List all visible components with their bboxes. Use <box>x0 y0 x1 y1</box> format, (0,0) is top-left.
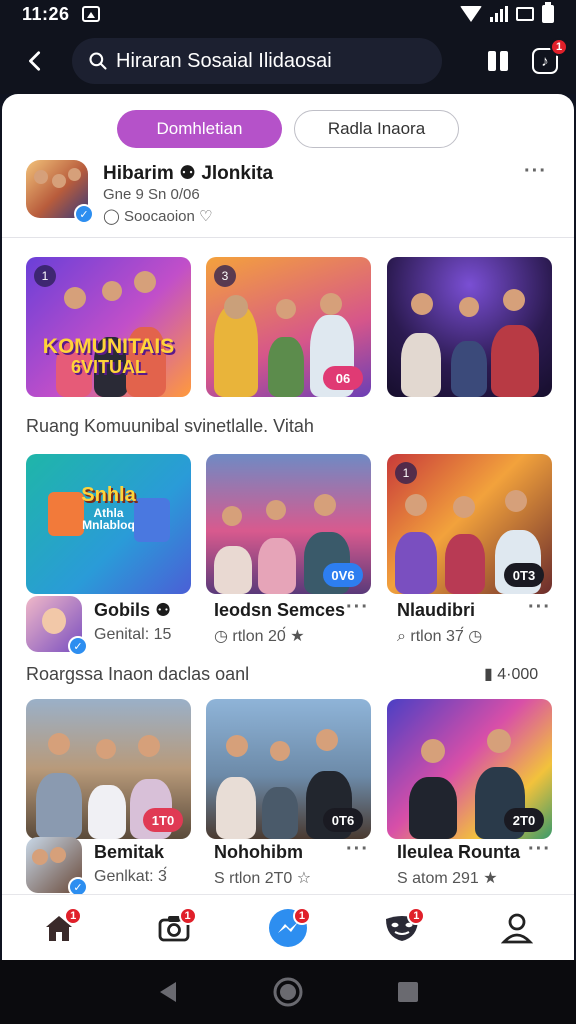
media-card[interactable]: 1 KOMUNITAIS 6VITUAL <box>26 257 191 397</box>
notification-badge: 1 <box>64 906 83 925</box>
section-count: ▮ 4·000 <box>484 666 539 683</box>
verified-icon: ✓ <box>68 636 88 656</box>
more-options-icon[interactable]: ··· <box>346 596 369 619</box>
card-poster-title: Snhla <box>81 484 136 506</box>
item-title: Ileulea Rounta <box>397 842 521 862</box>
nav-messenger[interactable]: 1 <box>263 903 313 953</box>
bottom-nav: 1 1 1 1 <box>2 894 574 960</box>
app-bar: Hiraran Sosaial Ilidaosai ♪ 1 <box>0 28 576 94</box>
item-subtitle: ◷ rtlon 20́ ★ <box>214 628 305 645</box>
media-card[interactable]: 0V6 <box>206 454 371 594</box>
profile-status: ◯ Soocaoion ♡ <box>103 208 213 225</box>
card-count: 06 <box>323 366 363 390</box>
system-back-icon[interactable] <box>156 980 180 1004</box>
item-title: Nohohibm <box>214 842 303 862</box>
card-poster-subtitle: 6VITUAL <box>70 357 146 377</box>
gallery-notification-icon <box>81 6 100 22</box>
back-button[interactable] <box>18 44 52 78</box>
search-query: Hiraran Sosaial Ilidaosai <box>116 49 332 72</box>
system-home-icon[interactable] <box>272 976 304 1008</box>
list-item[interactable]: Gobils ⚉ Genital: 15 <box>94 600 204 660</box>
section-title: Roargssa Inaon daclas oanl <box>26 664 250 684</box>
profile-name: Hibarim ⚉ Jlonkita <box>103 163 274 184</box>
media-card[interactable] <box>387 257 552 397</box>
list-item[interactable]: Nlaudibri ⌕ rtlon 37́ ◷ <box>397 600 527 660</box>
card-count: 0V6 <box>323 563 363 587</box>
main-sheet: Domhletian Radla Inaora ✓ Hibarim ⚉ Jlon… <box>2 94 574 894</box>
more-options-icon[interactable]: ··· <box>528 596 551 619</box>
media-card[interactable]: Snhla Athla Mnlabloq <box>26 454 191 594</box>
item-subtitle: Genlkat: 3́ <box>94 868 167 885</box>
section-title: Ruang Komuunibal svinetlalle. Vitah <box>26 416 314 436</box>
pause-icon[interactable] <box>488 51 508 71</box>
profile-avatar: ✓ <box>26 160 94 224</box>
system-recents-icon[interactable] <box>396 980 420 1004</box>
list-item[interactable]: Bemitak Genlkat: 3́ <box>94 842 204 894</box>
list-item[interactable]: Nohohibm S rtlon 2T0 ☆ <box>214 842 354 894</box>
more-options-icon[interactable]: ··· <box>346 838 369 861</box>
tab-bar: Domhletian Radla Inaora <box>2 110 574 148</box>
card-poster-title: KOMUNITAIS <box>42 335 175 358</box>
card-count: 1T0 <box>143 808 183 832</box>
media-card[interactable]: 1 0T3 <box>387 454 552 594</box>
nav-home[interactable]: 1 <box>34 903 84 953</box>
nav-camera[interactable]: 1 <box>149 903 199 953</box>
media-card[interactable]: 2T0 <box>387 699 552 839</box>
status-time: 11:26 <box>22 3 70 24</box>
nav-masks[interactable]: 1 <box>377 903 427 953</box>
card-poster-line: Mnlabloq <box>82 518 135 532</box>
search-icon <box>89 52 107 70</box>
system-navigation-bar <box>0 960 576 1024</box>
verified-icon: ✓ <box>74 204 94 224</box>
item-title: Nlaudibri <box>397 600 476 620</box>
card-badge: 1 <box>395 462 417 484</box>
more-options-icon[interactable]: ··· <box>524 160 547 183</box>
status-bar: 11:26 <box>0 0 576 28</box>
item-subtitle: ⌕ rtlon 37́ ◷ <box>397 628 483 645</box>
card-badge: 3 <box>214 265 236 287</box>
tab-radla-inaora[interactable]: Radla Inaora <box>294 110 459 148</box>
media-card[interactable]: 1T0 <box>26 699 191 839</box>
status-icons <box>460 2 554 23</box>
card-badge: 1 <box>34 265 56 287</box>
search-bar[interactable]: Hiraran Sosaial Ilidaosai <box>72 38 442 84</box>
item-title: Ieodsn Semces <box>214 600 346 620</box>
signal-icon <box>490 6 508 22</box>
item-title: Bemitak <box>94 842 165 862</box>
card-count: 2T0 <box>504 808 544 832</box>
media-card[interactable]: 3 06 <box>206 257 371 397</box>
item-subtitle: S atom 291 ★ <box>397 870 498 887</box>
cast-icon <box>516 7 534 21</box>
chevron-left-icon <box>29 51 41 71</box>
notification-badge: 1 <box>550 38 568 56</box>
item-subtitle: Genital: 15 <box>94 626 172 643</box>
notification-badge: 1 <box>292 906 311 925</box>
notification-badge: 1 <box>178 906 197 925</box>
item-title: Gobils ⚉ <box>94 600 172 620</box>
notification-badge: 1 <box>407 906 426 925</box>
profile-meta: Gne 9 Sn 0/06 <box>103 186 200 203</box>
more-options-icon[interactable]: ··· <box>528 838 551 861</box>
profile-header[interactable]: ✓ Hibarim ⚉ Jlonkita Gne 9 Sn 0/06 ◯ Soo… <box>2 154 574 238</box>
item-avatar[interactable]: ✓ <box>26 596 88 656</box>
item-avatar[interactable]: ✓ <box>26 837 88 894</box>
profile-icon <box>500 913 533 943</box>
card-count: 0T3 <box>504 563 544 587</box>
tiktok-icon[interactable]: ♪ 1 <box>532 38 568 74</box>
card-count: 0T6 <box>323 808 363 832</box>
wifi-icon <box>460 6 482 22</box>
media-card[interactable]: 0T6 <box>206 699 371 839</box>
tab-domhletian[interactable]: Domhletian <box>117 110 282 148</box>
list-item[interactable]: Ileulea Rounta S atom 291 ★ <box>397 842 527 894</box>
verified-icon: ✓ <box>68 877 88 894</box>
battery-icon <box>542 2 554 23</box>
nav-profile[interactable] <box>492 903 542 953</box>
item-subtitle: S rtlon 2T0 ☆ <box>214 870 312 887</box>
